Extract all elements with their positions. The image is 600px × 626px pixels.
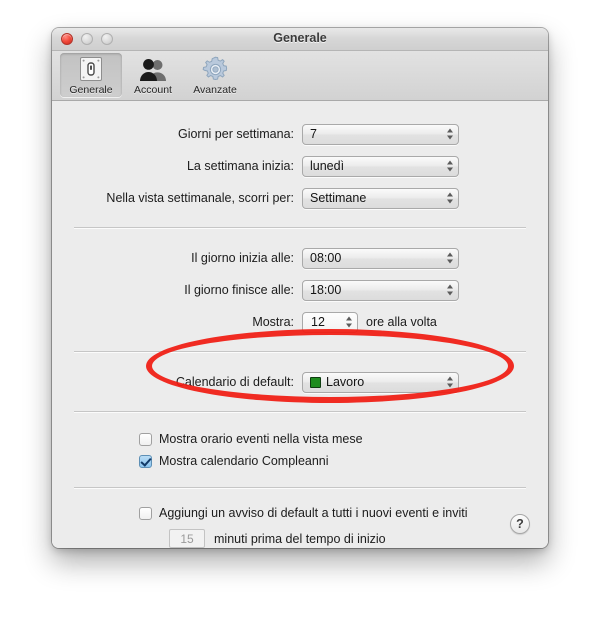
show-hours-label: Mostra: (252, 315, 294, 329)
tab-avanzate-label: Avanzate (193, 84, 237, 96)
chevron-updown-icon (447, 128, 453, 140)
show-hours-suffix: ore alla volta (366, 315, 437, 329)
tab-avanzate[interactable]: Avanzate (184, 53, 246, 97)
default-alert-checkbox[interactable] (139, 506, 152, 520)
checkbox-row-show-birthdays[interactable]: Mostra calendario Compleanni (139, 451, 548, 471)
setting-row-default-calendar: Calendario di default: Lavoro (52, 371, 548, 393)
title-bar: Generale (52, 28, 548, 51)
show-hours-value: 12 (311, 315, 325, 329)
accounts-icon (139, 55, 167, 83)
days-per-week-label: Giorni per settimana: (177, 127, 294, 141)
chevron-updown-icon (447, 160, 453, 172)
show-event-times-label: Mostra orario eventi nella vista mese (159, 432, 363, 446)
window-title: Generale (273, 31, 327, 45)
preferences-window: Generale Generale Account Avanzate Giorn… (52, 28, 548, 548)
week-scroll-value: Settimane (310, 190, 367, 205)
week-starts-label: La settimana inizia: (186, 159, 294, 173)
day-ends-select[interactable]: 18:00 (302, 279, 459, 301)
days-per-week-select[interactable]: 7 (302, 123, 459, 145)
calendar-color-swatch (310, 376, 321, 388)
checkbox-row-show-event-times[interactable]: Mostra orario eventi nella vista mese (139, 429, 548, 449)
week-starts-select[interactable]: lunedì (302, 155, 459, 177)
week-starts-value: lunedì (310, 158, 345, 173)
chevron-updown-icon (447, 192, 453, 204)
setting-row-week-scroll: Nella vista settimanale, scorri per: Set… (52, 187, 548, 209)
show-birthdays-label: Mostra calendario Compleanni (159, 454, 329, 468)
day-ends-value: 18:00 (310, 282, 342, 297)
setting-row-show-hours: Mostra: 12 ore alla volta (52, 311, 548, 333)
gear-icon (202, 55, 229, 83)
default-alert-minutes-input[interactable]: 15 (169, 529, 205, 548)
default-alert-minutes-row: 15 minuti prima del tempo di inizio (169, 529, 548, 548)
setting-row-day-starts: Il giorno inizia alle: 08:00 (52, 247, 548, 269)
setting-row-day-ends: Il giorno finisce alle: 18:00 (52, 279, 548, 301)
tab-generale-label: Generale (69, 84, 113, 96)
chevron-updown-icon (447, 376, 453, 388)
day-starts-value: 08:00 (310, 250, 342, 265)
show-birthdays-checkbox[interactable] (139, 454, 152, 468)
chevron-updown-icon (447, 284, 453, 296)
day-starts-select[interactable]: 08:00 (302, 247, 459, 269)
tab-account-label: Account (134, 84, 172, 96)
preferences-toolbar: Generale Account Avanzate (52, 51, 548, 101)
week-scroll-label: Nella vista settimanale, scorri per: (106, 191, 294, 205)
setting-row-days-per-week: Giorni per settimana: 7 (52, 123, 548, 145)
chevron-updown-icon (447, 252, 453, 264)
general-icon (79, 55, 103, 83)
tab-account[interactable]: Account (122, 53, 184, 97)
tab-generale[interactable]: Generale (60, 53, 122, 97)
checkbox-row-default-alert[interactable]: Aggiungi un avviso di default a tutti i … (139, 503, 548, 523)
show-event-times-checkbox[interactable] (139, 432, 152, 446)
day-starts-label: Il giorno inizia alle: (191, 251, 294, 265)
default-calendar-value: Lavoro (326, 374, 365, 389)
setting-row-week-starts: La settimana inizia: lunedì (52, 155, 548, 177)
chevron-updown-icon (346, 316, 352, 328)
help-button[interactable]: ? (510, 514, 530, 534)
days-per-week-value: 7 (310, 126, 317, 141)
preferences-content: Giorni per settimana: 7 La settimana ini… (52, 101, 548, 548)
default-alert-label: Aggiungi un avviso di default a tutti i … (159, 506, 468, 520)
default-calendar-label: Calendario di default: (175, 375, 294, 389)
week-scroll-select[interactable]: Settimane (302, 187, 459, 209)
default-alert-minutes-suffix: minuti prima del tempo di inizio (214, 531, 386, 546)
day-ends-label: Il giorno finisce alle: (184, 283, 294, 297)
show-hours-stepper[interactable]: 12 (302, 311, 358, 333)
default-calendar-select[interactable]: Lavoro (302, 371, 459, 393)
